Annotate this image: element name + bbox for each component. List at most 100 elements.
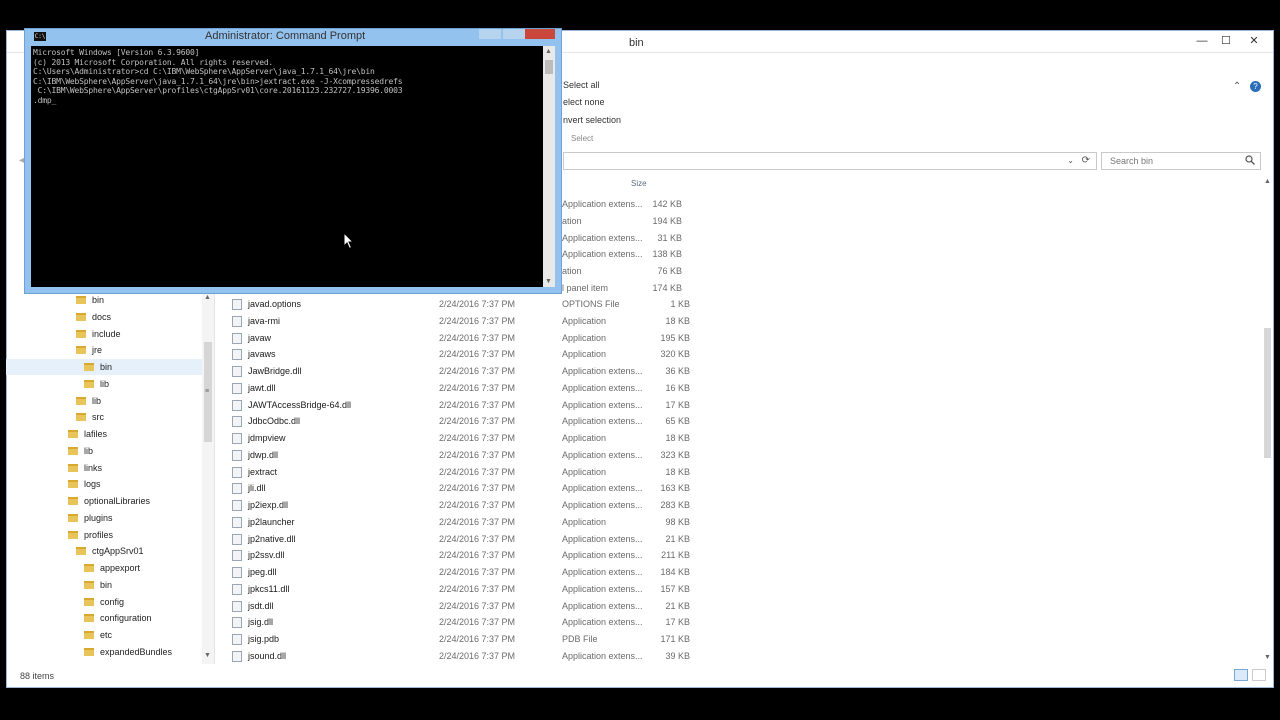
help-icon[interactable]: ⌃ ? [1233, 81, 1261, 92]
nav-item[interactable]: lib [84, 376, 109, 392]
ribbon-collapse-icon[interactable]: ⌃ [1233, 81, 1241, 92]
file-row[interactable]: JAWTAccessBridge-64.dll 2/24/2016 7:37 PM… [228, 397, 748, 413]
file-row[interactable]: jdmpview 2/24/2016 7:37 PM Application 18 K… [228, 430, 748, 446]
invert-selection-button[interactable]: nvert selection [563, 115, 621, 125]
nav-item[interactable]: configuration [84, 610, 152, 626]
nav-item[interactable]: include [76, 326, 121, 342]
nav-item[interactable]: profiles [68, 527, 113, 543]
column-header-size[interactable]: Size [631, 179, 647, 188]
file-row[interactable]: jp2iexp.dll 2/24/2016 7:37 PM Application … [228, 497, 748, 513]
details-view-button[interactable] [1234, 669, 1248, 681]
file-row[interactable]: Application extens... 31 KB [562, 230, 686, 246]
file-row[interactable]: jp2native.dll 2/24/2016 7:37 PM Applicatio… [228, 531, 748, 547]
nav-item-label: lib [92, 395, 102, 406]
maximize-button[interactable]: ☐ [1213, 33, 1239, 49]
search-input[interactable] [1108, 154, 1238, 168]
file-row[interactable]: jextract 2/24/2016 7:37 PM Application 18 K… [228, 464, 748, 480]
nav-scrollbar[interactable]: ▲ ≡ ▼ [202, 292, 214, 664]
cmd-minimize-button[interactable] [479, 29, 501, 39]
file-row[interactable]: jpeg.dll 2/24/2016 7:37 PM Application ext… [228, 564, 748, 580]
file-row[interactable]: l panel item 174 KB [562, 280, 686, 296]
file-type: Application [562, 466, 607, 477]
file-row[interactable]: jsdt.dll 2/24/2016 7:37 PM Application ext… [228, 598, 748, 614]
folder-icon [76, 329, 86, 338]
file-row[interactable]: java-rmi 2/24/2016 7:37 PM Application 18 K… [228, 313, 748, 329]
file-row[interactable]: jp2launcher 2/24/2016 7:37 PM Application 9… [228, 514, 748, 530]
select-none-button[interactable]: elect none [563, 97, 605, 107]
nav-item[interactable]: docs [76, 309, 111, 325]
scroll-down-icon[interactable]: ▼ [1264, 654, 1271, 661]
cmd-close-button[interactable] [525, 29, 555, 39]
file-row[interactable]: javaw 2/24/2016 7:37 PM Application 195 KB [228, 330, 748, 346]
nav-item[interactable]: config [84, 594, 124, 610]
nav-item[interactable]: links [68, 460, 102, 476]
nav-item[interactable]: bin [76, 292, 104, 308]
file-row[interactable]: javaws 2/24/2016 7:37 PM Application 320 KB [228, 346, 748, 362]
cmd-system-icon[interactable]: C:\ [34, 32, 46, 41]
file-date: 2/24/2016 7:37 PM [439, 634, 516, 644]
file-name: jp2launcher [248, 516, 295, 527]
scroll-up-icon[interactable]: ▲ [1264, 178, 1271, 185]
file-row[interactable]: jli.dll 2/24/2016 7:37 PM Application exte… [228, 480, 748, 496]
file-size: 195 KB [660, 332, 690, 343]
file-row[interactable]: jawt.dll 2/24/2016 7:37 PM Application ext… [228, 380, 748, 396]
mouse-pointer-icon [343, 232, 355, 250]
nav-item[interactable]: logs [68, 476, 101, 492]
file-name: jawt.dll [248, 382, 276, 393]
large-icons-view-button[interactable] [1252, 669, 1266, 681]
chevron-down-icon[interactable]: ⌄ [1067, 156, 1074, 165]
file-row[interactable]: jdwp.dll 2/24/2016 7:37 PM Application ext… [228, 447, 748, 463]
minimize-button[interactable]: — [1189, 33, 1215, 49]
file-icon [232, 382, 242, 394]
folder-icon [76, 312, 86, 321]
file-row[interactable]: JawBridge.dll 2/24/2016 7:37 PM Applicatio… [228, 363, 748, 379]
file-row[interactable]: Application extens... 138 KB [562, 246, 686, 262]
file-date: 2/24/2016 7:37 PM [439, 500, 516, 510]
nav-item[interactable]: jre [76, 342, 102, 358]
scroll-up-icon[interactable]: ▲ [545, 48, 552, 55]
search-icon[interactable] [1245, 155, 1255, 168]
nav-item[interactable]: lib [76, 393, 101, 409]
file-list-scrollbar-thumb[interactable] [1264, 328, 1271, 458]
nav-item[interactable]: lib [68, 443, 93, 459]
file-row[interactable]: jsig.pdb 2/24/2016 7:37 PM PDB File 171 KB [228, 631, 748, 647]
close-button[interactable]: ✕ [1241, 33, 1267, 49]
nav-item[interactable]: bin [6, 359, 202, 375]
file-row[interactable]: Application extens... 142 KB [562, 196, 686, 212]
cmd-scrollbar[interactable]: ▲ ▼ [543, 46, 555, 287]
nav-item[interactable]: plugins [68, 510, 113, 526]
file-icon [232, 483, 242, 495]
select-all-button[interactable]: Select all [563, 80, 600, 90]
file-row[interactable]: JdbcOdbc.dll 2/24/2016 7:37 PM Application… [228, 413, 748, 429]
file-row[interactable]: jp2ssv.dll 2/24/2016 7:37 PM Application e… [228, 547, 748, 563]
nav-item[interactable]: bin [84, 577, 112, 593]
command-prompt-window[interactable]: C:\ Administrator: Command Prompt Micros… [24, 28, 562, 294]
address-bar[interactable]: ⌄ ⟳ [563, 152, 1097, 170]
file-row[interactable]: jpkcs11.dll 2/24/2016 7:37 PM Application … [228, 581, 748, 597]
nav-item[interactable]: optionalLibraries [68, 493, 150, 509]
nav-item-label: bin [100, 579, 113, 590]
scroll-up-icon[interactable]: ▲ [204, 294, 211, 301]
refresh-icon[interactable]: ⟳ [1082, 155, 1090, 166]
cmd-maximize-button[interactable] [503, 29, 525, 39]
file-row[interactable]: jsig.dll 2/24/2016 7:37 PM Application ext… [228, 614, 748, 630]
nav-item[interactable]: lafiles [68, 426, 107, 442]
cmd-scrollbar-thumb[interactable] [545, 60, 553, 74]
nav-item-label: bin [100, 362, 113, 372]
file-row[interactable]: javad.options 2/24/2016 7:37 PM OPTIONS Fi… [228, 296, 748, 312]
file-row[interactable]: jsound.dll 2/24/2016 7:37 PM Application e… [228, 648, 748, 664]
file-row[interactable]: ation 76 KB [562, 263, 686, 279]
scroll-down-icon[interactable]: ▼ [545, 278, 552, 285]
file-list-scrollbar[interactable]: ▲ ▼ [1262, 178, 1273, 664]
nav-item[interactable]: src [76, 409, 104, 425]
file-icon [232, 366, 242, 377]
scroll-down-icon[interactable]: ▼ [204, 652, 211, 659]
nav-item[interactable]: expandedBundles [84, 644, 172, 660]
nav-item[interactable]: ctgAppSrv01 [76, 543, 144, 559]
nav-item[interactable]: etc [84, 627, 112, 643]
cmd-console[interactable]: Microsoft Windows [Version 6.3.9600] (c) … [31, 46, 543, 287]
search-box[interactable] [1101, 152, 1261, 170]
pane-divider[interactable] [214, 292, 215, 664]
nav-item[interactable]: appexport [84, 560, 140, 576]
file-row[interactable]: ation 194 KB [562, 213, 686, 229]
